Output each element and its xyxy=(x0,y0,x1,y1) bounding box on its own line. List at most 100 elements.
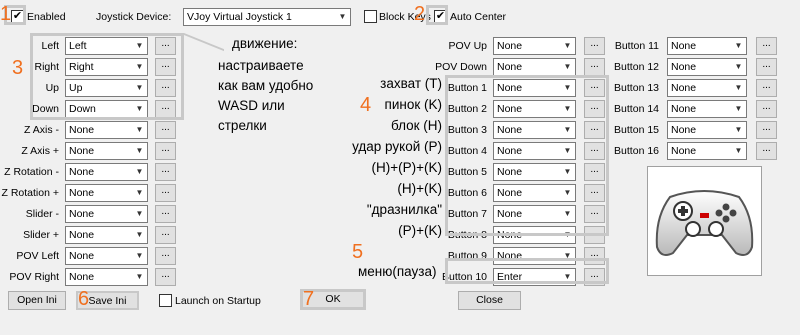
left-select-6[interactable]: None ▼ xyxy=(65,163,148,181)
left-select-10[interactable]: None ▼ xyxy=(65,247,148,265)
chevron-down-icon: ▼ xyxy=(734,125,743,134)
right-select-4[interactable]: None ▼ xyxy=(667,121,747,139)
left-label-8: Slider - xyxy=(25,208,59,220)
left-label-7: Z Rotation + xyxy=(1,187,60,199)
left-value-6: None xyxy=(69,166,95,178)
right-select-2[interactable]: None ▼ xyxy=(667,79,747,97)
mid-value-1: None xyxy=(497,61,523,73)
right-select-0[interactable]: None ▼ xyxy=(667,37,747,55)
left-value-4: None xyxy=(69,124,95,136)
left-value-10: None xyxy=(69,250,95,262)
chevron-down-icon: ▼ xyxy=(135,230,144,239)
right-label-1: Button 12 xyxy=(614,61,659,73)
joystick-device-select[interactable]: VJoy Virtual Joystick 1 ▼ xyxy=(183,8,351,26)
launch-on-startup-checkbox[interactable] xyxy=(159,294,172,307)
left-value-7: None xyxy=(69,187,95,199)
right-config-button-1[interactable]: ... xyxy=(756,58,777,76)
left-config-button-6[interactable]: ... xyxy=(155,163,176,181)
left-config-button-11[interactable]: ... xyxy=(155,268,176,286)
right-label-5: Button 16 xyxy=(614,145,659,157)
chevron-down-icon: ▼ xyxy=(135,251,144,260)
chevron-down-icon: ▼ xyxy=(135,125,144,134)
chevron-down-icon: ▼ xyxy=(734,62,743,71)
chevron-down-icon: ▼ xyxy=(563,62,572,71)
right-select-1[interactable]: None ▼ xyxy=(667,58,747,76)
chevron-down-icon: ▼ xyxy=(135,272,144,281)
auto-center-label: Auto Center xyxy=(450,11,507,23)
highlight-box-menu xyxy=(445,258,609,284)
chevron-down-icon: ▼ xyxy=(563,41,572,50)
movement-note-line-4: стрелки xyxy=(218,118,267,133)
block-keys-checkbox[interactable] xyxy=(364,10,377,23)
right-config-button-4[interactable]: ... xyxy=(756,121,777,139)
chevron-down-icon: ▼ xyxy=(135,167,144,176)
left-config-button-9[interactable]: ... xyxy=(155,226,176,244)
right-select-5[interactable]: None ▼ xyxy=(667,142,747,160)
joystick-device-label: Joystick Device: xyxy=(96,11,172,23)
right-config-button-0[interactable]: ... xyxy=(756,37,777,55)
joystick-device-value: VJoy Virtual Joystick 1 xyxy=(187,11,292,23)
menu-note: меню(пауза) xyxy=(358,264,437,279)
mid-select-1[interactable]: None ▼ xyxy=(493,58,576,76)
left-config-button-4[interactable]: ... xyxy=(155,121,176,139)
movement-note-line-1: настраиваете xyxy=(218,58,304,73)
left-select-4[interactable]: None ▼ xyxy=(65,121,148,139)
left-label-10: POV Left xyxy=(16,250,59,262)
left-select-7[interactable]: None ▼ xyxy=(65,184,148,202)
right-label-3: Button 14 xyxy=(614,103,659,115)
annotation-number-6: 6 xyxy=(78,288,90,310)
left-label-11: POV Right xyxy=(9,271,59,283)
gamepad-image xyxy=(647,166,762,276)
mid-config-button-1[interactable]: ... xyxy=(584,58,605,76)
left-config-button-8[interactable]: ... xyxy=(155,205,176,223)
mid-select-0[interactable]: None ▼ xyxy=(493,37,576,55)
mid-config-button-0[interactable]: ... xyxy=(584,37,605,55)
left-label-5: Z Axis + xyxy=(21,145,59,157)
movement-note-line-2: как вам удобно xyxy=(218,78,314,93)
left-config-button-5[interactable]: ... xyxy=(155,142,176,160)
close-button[interactable]: Close xyxy=(458,291,521,310)
chevron-down-icon: ▼ xyxy=(135,209,144,218)
right-value-5: None xyxy=(671,145,697,157)
right-select-3[interactable]: None ▼ xyxy=(667,100,747,118)
chevron-down-icon: ▼ xyxy=(135,146,144,155)
mid-value-0: None xyxy=(497,40,523,52)
left-select-5[interactable]: None ▼ xyxy=(65,142,148,160)
right-config-button-3[interactable]: ... xyxy=(756,100,777,118)
left-config-button-7[interactable]: ... xyxy=(155,184,176,202)
left-value-5: None xyxy=(69,145,95,157)
open-ini-button[interactable]: Open Ini xyxy=(8,291,66,310)
right-value-3: None xyxy=(671,103,697,115)
highlight-box-buttons xyxy=(445,75,609,236)
left-value-11: None xyxy=(69,271,95,283)
gamepad-icon xyxy=(655,190,754,256)
right-label-2: Button 13 xyxy=(614,82,659,94)
left-select-11[interactable]: None ▼ xyxy=(65,268,148,286)
button-note-7: "дразнилка" xyxy=(366,202,442,217)
left-config-button-10[interactable]: ... xyxy=(155,247,176,265)
left-select-8[interactable]: None ▼ xyxy=(65,205,148,223)
chevron-down-icon: ▼ xyxy=(338,12,347,21)
button-note-8: (P)+(K) xyxy=(398,223,442,238)
chevron-down-icon: ▼ xyxy=(734,83,743,92)
button-note-1: захват (T) xyxy=(380,76,442,91)
right-value-2: None xyxy=(671,82,697,94)
button-note-2: пинок (K) xyxy=(384,97,442,112)
mid-label-0: POV Up xyxy=(448,40,487,52)
right-value-4: None xyxy=(671,124,697,136)
right-label-4: Button 15 xyxy=(614,124,659,136)
right-config-button-2[interactable]: ... xyxy=(756,79,777,97)
button-note-5: (H)+(P)+(K) xyxy=(371,160,443,175)
enabled-label: Enabled xyxy=(27,11,66,23)
chevron-down-icon: ▼ xyxy=(734,104,743,113)
button-note-3: блок (H) xyxy=(390,118,442,133)
launch-on-startup-label: Launch on Startup xyxy=(175,295,261,307)
annotation-number-3: 3 xyxy=(12,57,24,79)
right-config-button-5[interactable]: ... xyxy=(756,142,777,160)
left-label-6: Z Rotation - xyxy=(4,166,59,178)
annotation-number-7: 7 xyxy=(303,288,315,310)
left-value-8: None xyxy=(69,208,95,220)
right-value-0: None xyxy=(671,40,697,52)
left-select-9[interactable]: None ▼ xyxy=(65,226,148,244)
mid-label-1: POV Down xyxy=(435,61,487,73)
